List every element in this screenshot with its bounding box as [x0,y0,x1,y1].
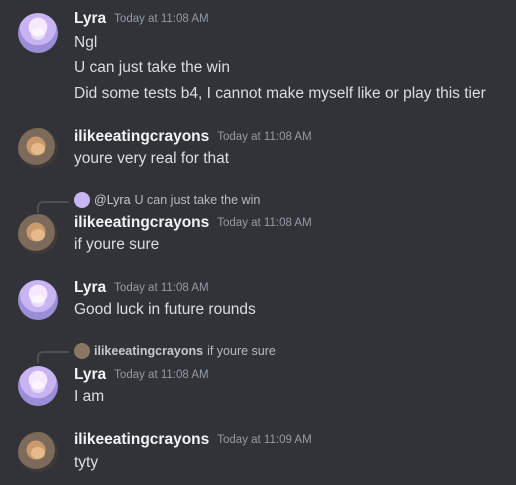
lyra-avatar[interactable] [18,366,58,406]
reply-preview[interactable]: ilikeeatingcrayons if youre sure [74,343,276,359]
username-text[interactable]: ilikeeatingcrayons [74,214,209,231]
reply-avatar [74,192,90,208]
avatar-face [31,295,45,307]
message-text: Ngl [74,34,98,51]
reply-spine [37,351,69,363]
message-text: tyty [74,454,99,471]
timestamp: Today at 11:08 AM [114,282,209,294]
username-text[interactable]: Lyra [74,366,106,383]
timestamp: Today at 11:08 AM [114,13,209,25]
message-text: Good luck in future rounds [74,301,256,318]
reply-author[interactable]: @Lyra [94,193,131,207]
reply-avatar [74,343,90,359]
timestamp: Today at 11:09 AM [217,434,312,446]
cat-avatar[interactable] [18,214,58,254]
lyra-avatar[interactable] [18,280,58,320]
avatar-face [31,229,45,241]
username[interactable]: ilikeeatingcrayons Today at 11:09 AM [74,431,312,449]
username[interactable]: Lyra Today at 11:08 AM [74,279,209,297]
avatar-face [31,447,45,459]
username-text[interactable]: Lyra [74,279,106,296]
cat-avatar[interactable] [18,432,58,472]
cat-avatar[interactable] [18,128,58,168]
timestamp: Today at 11:08 AM [114,369,209,381]
avatar-face [31,143,45,155]
reply-author[interactable]: ilikeeatingcrayons [94,344,203,358]
timestamp: Today at 11:08 AM [217,131,312,143]
reply-text[interactable]: U can just take the win [135,193,261,207]
username[interactable]: Lyra Today at 11:08 AM [74,10,209,28]
lyra-avatar[interactable] [18,13,58,53]
message-text: if youre sure [74,236,160,253]
message-text: I am [74,388,105,405]
message-text: U can just take the win [74,59,230,76]
reply-text[interactable]: if youre sure [207,344,276,358]
avatar-face [31,28,45,40]
avatar-face [31,381,45,393]
reply-preview[interactable]: @Lyra U can just take the win [74,192,260,208]
username-text[interactable]: ilikeeatingcrayons [74,431,209,448]
username-text[interactable]: Lyra [74,10,106,27]
username-text[interactable]: ilikeeatingcrayons [74,128,209,145]
timestamp: Today at 11:08 AM [217,217,312,229]
username[interactable]: Lyra Today at 11:08 AM [74,366,209,384]
message-text: Did some tests b4, I cannot make myself … [74,85,486,102]
username[interactable]: ilikeeatingcrayons Today at 11:08 AM [74,128,312,146]
message-text: youre very real for that [74,150,230,167]
username[interactable]: ilikeeatingcrayons Today at 11:08 AM [74,214,312,232]
reply-spine [37,201,69,213]
